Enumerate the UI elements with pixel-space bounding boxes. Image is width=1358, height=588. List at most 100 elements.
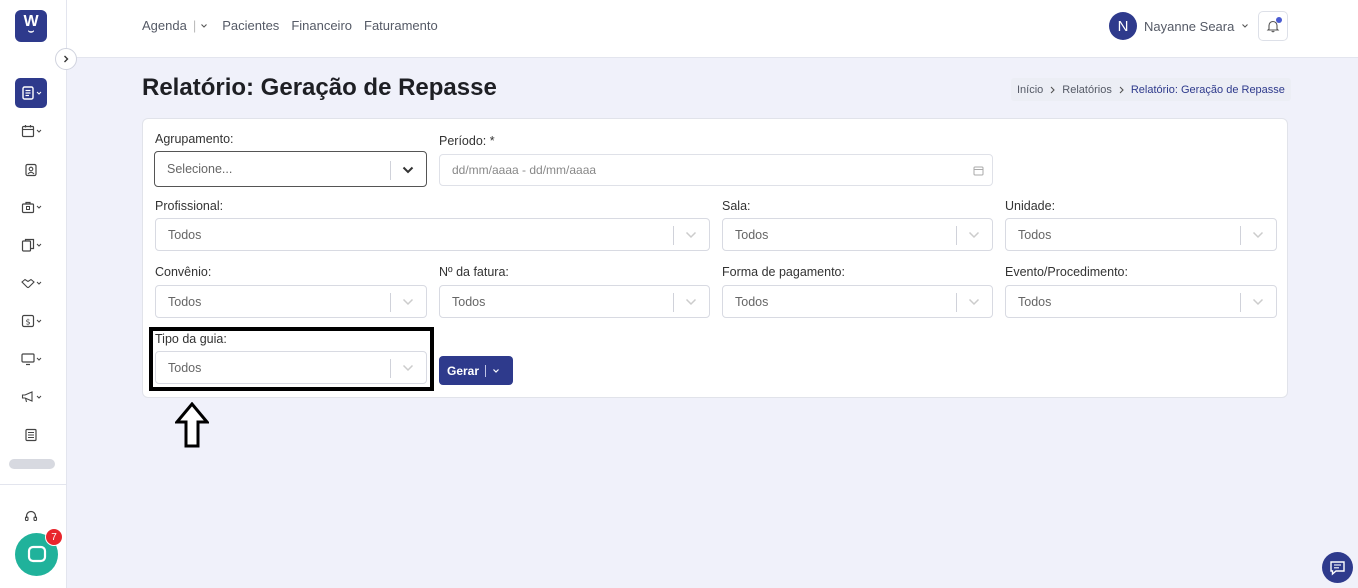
profissional-value: Todos [168, 227, 202, 242]
chevron-down-icon [968, 298, 980, 306]
sidebar-item-monitor[interactable] [15, 344, 47, 374]
select-divider [956, 226, 957, 245]
agrupamento-select[interactable]: Selecione... [154, 151, 427, 187]
sidebar-item-marketing[interactable] [15, 382, 47, 412]
forma-pagamento-value: Todos [735, 294, 769, 309]
breadcrumb-inicio[interactable]: Início [1017, 84, 1043, 96]
nav-financeiro[interactable]: Financeiro [291, 18, 352, 33]
profissional-select[interactable]: Todos [155, 218, 710, 251]
chevron-down-icon [36, 395, 41, 399]
periodo-placeholder: dd/mm/aaaa - dd/mm/aaaa [452, 163, 597, 177]
chevron-down-icon [36, 129, 41, 133]
patient-icon [25, 163, 37, 177]
chevron-down-icon [36, 281, 41, 285]
select-divider [1240, 226, 1241, 245]
unidade-label: Unidade: [1005, 199, 1056, 213]
chevron-down-icon [36, 205, 41, 209]
evento-value: Todos [1018, 294, 1052, 309]
sidebar-item-finance[interactable]: $ [15, 306, 47, 336]
select-divider [1240, 293, 1241, 312]
sidebar-item-calendar[interactable] [15, 116, 47, 146]
sidebar-scrollbar[interactable] [9, 459, 55, 469]
gerar-button[interactable]: Gerar [439, 356, 513, 385]
sala-select[interactable]: Todos [722, 218, 993, 251]
help-chat-button[interactable] [1322, 552, 1353, 583]
unidade-select[interactable]: Todos [1005, 218, 1277, 251]
gerar-label: Gerar [447, 363, 480, 378]
chevron-down-icon [685, 231, 697, 239]
periodo-input[interactable]: dd/mm/aaaa - dd/mm/aaaa [439, 154, 993, 186]
select-divider [673, 226, 674, 245]
chevron-down-icon[interactable] [200, 22, 208, 30]
select-divider [956, 293, 957, 312]
top-nav: Agenda | Pacientes Financeiro Faturament… [142, 18, 450, 33]
app-logo[interactable]: W ⌣ [15, 10, 47, 42]
chevron-down-icon [402, 298, 414, 306]
chevron-down-icon[interactable] [492, 367, 500, 375]
profissional-label: Profissional: [155, 199, 224, 213]
finance-icon: $ [21, 314, 34, 328]
chevron-down-icon [36, 91, 41, 95]
sidebar-item-services[interactable] [15, 192, 47, 222]
chevron-down-icon [1252, 298, 1264, 306]
breadcrumb: Início Relatórios Relatório: Geração de … [1011, 78, 1291, 101]
evento-select[interactable]: Todos [1005, 285, 1277, 318]
unidade-value: Todos [1018, 227, 1052, 242]
button-separator [485, 364, 487, 377]
calendar-icon [21, 125, 34, 138]
megaphone-icon [21, 391, 33, 403]
annotation-highlight-box [149, 327, 434, 391]
fatura-select[interactable]: Todos [439, 285, 710, 318]
handshake-icon [20, 278, 35, 289]
convenio-value: Todos [168, 294, 202, 309]
sidebar-item-patients[interactable] [15, 155, 47, 185]
sidebar-item-documents[interactable] [15, 230, 47, 260]
nav-separator: | [192, 18, 197, 33]
sidebar-item-news[interactable] [15, 420, 47, 450]
periodo-label: Período: * [439, 134, 495, 148]
page-title: Relatório: Geração de Repasse [142, 74, 497, 101]
chevron-down-icon [36, 357, 41, 361]
agrupamento-label: Agrupamento: [155, 132, 234, 146]
sidebar-toggle-button[interactable] [55, 48, 77, 70]
chat-badge: 7 [45, 528, 63, 546]
documents-icon [21, 238, 34, 252]
forma-pagamento-select[interactable]: Todos [722, 285, 993, 318]
breadcrumb-current: Relatório: Geração de Repasse [1130, 83, 1285, 96]
notifications-button[interactable] [1258, 11, 1288, 41]
chevron-down-icon [402, 166, 414, 174]
sala-value: Todos [735, 227, 769, 242]
sidebar-item-reports[interactable] [15, 78, 47, 108]
chevron-down-icon [1242, 24, 1249, 28]
agrupamento-value: Selecione... [167, 162, 233, 176]
user-name: Nayanne Seara [1144, 18, 1235, 34]
evento-label: Evento/Procedimento: [1005, 265, 1128, 279]
convenio-select[interactable]: Todos [155, 285, 427, 318]
headset-icon [24, 510, 38, 522]
fatura-value: Todos [452, 294, 486, 309]
nav-agenda[interactable]: Agenda [142, 18, 187, 33]
newspaper-icon [25, 428, 37, 442]
user-menu[interactable]: N Nayanne Seara [1109, 12, 1249, 40]
chevron-right-icon [64, 55, 69, 63]
chevron-down-icon [36, 319, 41, 323]
annotation-up-arrow-icon [175, 402, 209, 448]
nav-pacientes[interactable]: Pacientes [222, 18, 279, 33]
select-divider [390, 293, 391, 312]
sidebar-item-support[interactable] [15, 501, 47, 531]
chevron-right-icon [1119, 86, 1124, 93]
convenio-label: Convênio: [155, 265, 212, 279]
breadcrumb-relatorios[interactable]: Relatórios [1062, 84, 1112, 96]
chevron-down-icon [685, 298, 697, 306]
svg-text:$: $ [25, 318, 30, 327]
select-divider [673, 293, 674, 312]
calendar-icon [973, 166, 984, 176]
chevron-down-icon [36, 243, 41, 247]
nav-faturamento[interactable]: Faturamento [364, 18, 438, 33]
briefcase-icon [21, 201, 34, 214]
sidebar-item-partners[interactable] [15, 268, 47, 298]
message-icon [1330, 561, 1345, 576]
report-icon [21, 86, 34, 100]
forma-pagamento-label: Forma de pagamento: [722, 265, 845, 279]
monitor-icon [20, 353, 35, 366]
